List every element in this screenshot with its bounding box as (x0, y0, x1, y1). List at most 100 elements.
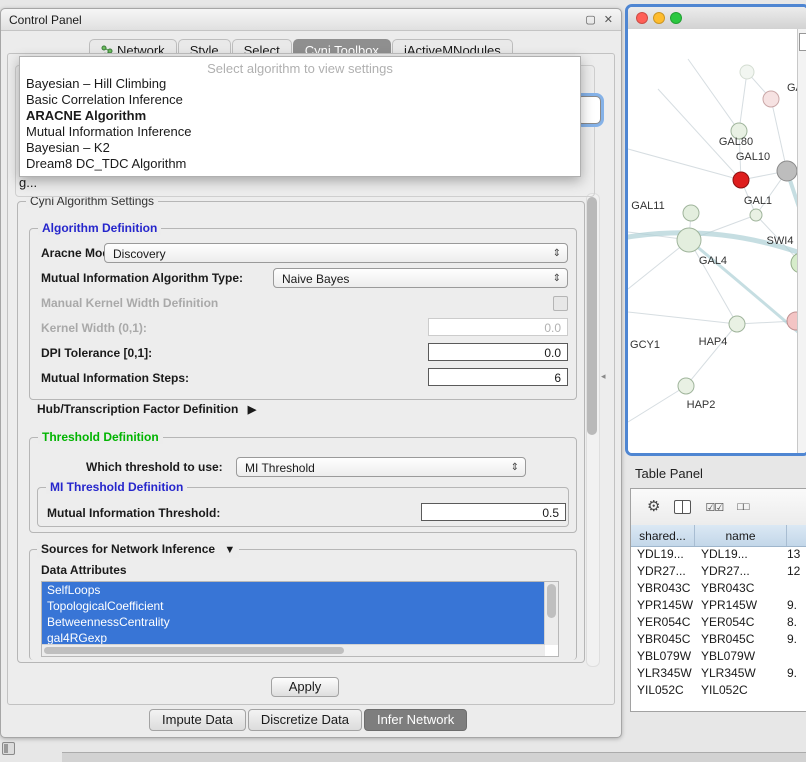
algorithm-dropdown-popup: Select algorithm to view settings Bayesi… (19, 56, 581, 177)
table-row[interactable]: YBL079WYBL079W (631, 648, 806, 665)
network-node[interactable] (677, 228, 701, 252)
kernel-width-field[interactable]: 0.0 (428, 318, 568, 336)
tab-impute-data[interactable]: Impute Data (149, 709, 246, 731)
table-cell (787, 648, 806, 665)
network-node[interactable] (740, 65, 754, 79)
algorithm-option[interactable]: Bayesian – Hill Climbing (20, 76, 580, 92)
network-node-label: HAP4 (699, 336, 728, 348)
table-row[interactable]: YPR145WYPR145W9. (631, 597, 806, 614)
column-header-shared[interactable]: shared... (631, 525, 695, 546)
which-threshold-label: Which threshold to use: (86, 459, 223, 475)
table-cell (787, 682, 806, 699)
network-window-titlebar[interactable] (628, 7, 806, 30)
table-row[interactable]: YDL19...YDL19...13 (631, 546, 806, 563)
dpi-tolerance-field[interactable]: 0.0 (428, 343, 568, 361)
table-cell: 9. (787, 665, 806, 682)
algorithm-popup-list: Bayesian – Hill ClimbingBasic Correlatio… (20, 76, 580, 172)
select-all-icon[interactable]: ☑☑ (705, 501, 723, 514)
network-node-label: SWI4 (767, 235, 794, 247)
attribute-item[interactable]: SelfLoops (42, 582, 545, 598)
attributes-vscrollbar[interactable] (544, 582, 558, 645)
dpi-tolerance-label: DPI Tolerance [0,1]: (41, 345, 152, 361)
group-title: Threshold Definition (38, 430, 163, 444)
column-header-name[interactable]: name (695, 525, 787, 546)
attributes-listbox[interactable]: SelfLoopsTopologicalCoefficientBetweenne… (41, 581, 559, 657)
network-node[interactable] (777, 161, 797, 181)
which-threshold-select[interactable]: MI Threshold ⇕ (236, 457, 526, 477)
table-cell: YLR345W (695, 665, 787, 682)
aracne-mode-select[interactable]: Discovery ⇕ (104, 243, 568, 263)
mi-threshold-field[interactable]: 0.5 (421, 503, 566, 521)
zoom-button[interactable] (670, 12, 682, 24)
table-cell: YBR043C (631, 580, 695, 597)
network-view-window[interactable]: GALGAL80GAL10GAL11GAL1SWI4GAL4GCY1HAP4YH… (625, 4, 806, 456)
table-cell: YDL19... (695, 546, 787, 563)
network-node[interactable] (763, 91, 779, 107)
data-attributes-list: SelfLoopsTopologicalCoefficientBetweenne… (42, 582, 545, 645)
algorithm-placeholder-option[interactable]: Select algorithm to view settings (20, 61, 580, 76)
attribute-item[interactable]: TopologicalCoefficient (42, 598, 545, 614)
gear-icon[interactable]: ⚙ (647, 499, 660, 515)
apply-button[interactable]: Apply (271, 677, 339, 697)
tab-infer-network[interactable]: Infer Network (364, 709, 467, 731)
table-row[interactable]: YBR045CYBR045C9. (631, 631, 806, 648)
panel-splitter-icon[interactable]: ◂ (601, 371, 606, 382)
deselect-all-icon[interactable]: □□ (737, 501, 748, 513)
manual-kernel-checkbox[interactable] (553, 296, 568, 311)
control-panel-window: Control Panel ▢ ✕ Network Style Select (0, 8, 622, 738)
table-row[interactable]: YBR043CYBR043C (631, 580, 806, 597)
attributes-hscrollbar[interactable] (42, 644, 545, 656)
mi-steps-field[interactable]: 6 (428, 368, 568, 386)
table-cell: 9. (787, 597, 806, 614)
network-node[interactable] (678, 378, 694, 394)
control-panel-titlebar[interactable]: Control Panel ▢ ✕ (1, 9, 621, 31)
network-node-label: GCY1 (630, 339, 660, 351)
desktop: Control Panel ▢ ✕ Network Style Select (0, 0, 806, 762)
algorithm-option[interactable]: ARACNE Algorithm (20, 108, 580, 124)
sources-expander[interactable]: Sources for Network Inference ▼ (37, 541, 239, 558)
network-node[interactable] (683, 205, 699, 221)
float-window-icon[interactable]: ▢ (585, 14, 595, 26)
occluded-text-fragment: g... (19, 175, 37, 190)
tab-discretize-data[interactable]: Discretize Data (248, 709, 362, 731)
table-row[interactable]: YIL052CYIL052C (631, 682, 806, 699)
network-node[interactable] (750, 209, 762, 221)
table-cell: 12 (787, 563, 806, 580)
algorithm-option[interactable]: Basic Correlation Inference (20, 92, 580, 108)
network-canvas[interactable]: GALGAL80GAL10GAL11GAL1SWI4GAL4GCY1HAP4YH… (628, 29, 806, 453)
table-row[interactable]: YDR27...YDR27...12 (631, 563, 806, 580)
algorithm-option[interactable]: Bayesian – K2 (20, 140, 580, 156)
network-scroll-box[interactable] (799, 33, 806, 51)
hub-definition-expander[interactable]: Hub/Transcription Factor Definition ▶ (37, 401, 256, 418)
algorithm-option[interactable]: Dream8 DC_TDC Algorithm (20, 156, 580, 172)
attributes-hscroll-thumb[interactable] (44, 647, 344, 654)
mi-type-select[interactable]: Naive Bayes ⇕ (273, 268, 568, 288)
close-button[interactable] (636, 12, 648, 24)
network-node-label: HAP2 (687, 399, 716, 411)
table-row[interactable]: YLR345WYLR345W9. (631, 665, 806, 682)
settings-scrollbar-thumb[interactable] (587, 197, 597, 435)
window-bottom-edge (62, 752, 806, 762)
table-row[interactable]: YER054CYER054C8. (631, 614, 806, 631)
table-cell: 8. (787, 614, 806, 631)
minimize-button[interactable] (653, 12, 665, 24)
combo-arrows-icon: ⇕ (511, 458, 519, 478)
table-cell: YPR145W (631, 597, 695, 614)
table-cell: YIL052C (695, 682, 787, 699)
attribute-item[interactable]: BetweennessCentrality (42, 614, 545, 630)
table-panel-title: Table Panel (635, 466, 703, 481)
attributes-vscroll-thumb[interactable] (547, 584, 556, 618)
table-cell: YBR045C (631, 631, 695, 648)
network-node[interactable] (733, 172, 749, 188)
network-graph[interactable]: GALGAL80GAL10GAL11GAL1SWI4GAL4GCY1HAP4YH… (628, 29, 806, 455)
close-window-icon[interactable]: ✕ (604, 14, 613, 26)
kernel-width-label: Kernel Width (0,1): (41, 320, 147, 336)
column-header-extra[interactable] (787, 525, 806, 546)
attribute-item[interactable]: gal4RGexp (42, 630, 545, 645)
sources-label: Sources for Network Inference (41, 542, 215, 556)
group-title: Algorithm Definition (38, 221, 161, 235)
panel-corner-icon[interactable] (2, 742, 15, 755)
network-node[interactable] (729, 316, 745, 332)
columns-icon[interactable] (674, 500, 691, 514)
algorithm-option[interactable]: Mutual Information Inference (20, 124, 580, 140)
